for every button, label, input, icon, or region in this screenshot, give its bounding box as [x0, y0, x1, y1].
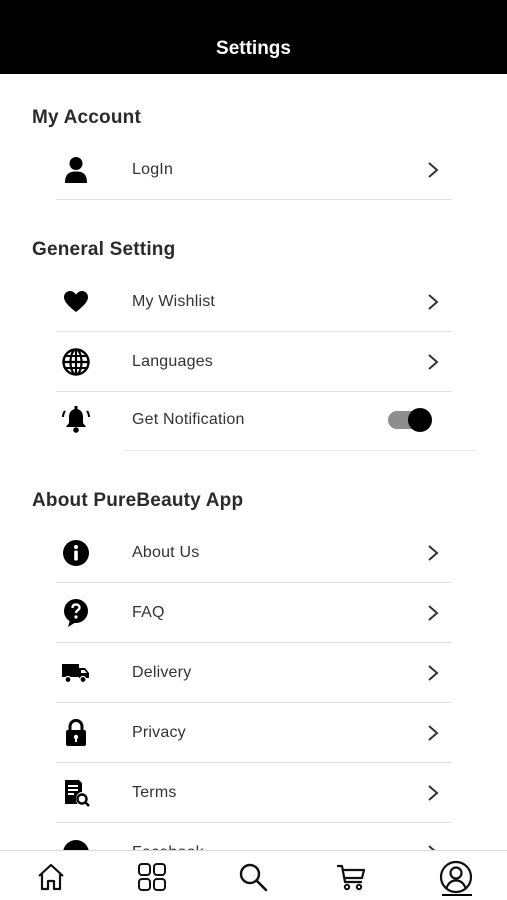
- bottom-navigation-bar: [0, 850, 507, 900]
- truck-icon: [60, 658, 92, 688]
- lock-icon: [60, 718, 92, 748]
- section-title-general-setting: General Setting: [32, 239, 176, 260]
- chevron-right-icon: [428, 354, 439, 370]
- settings-row-privacy[interactable]: Privacy: [56, 703, 452, 763]
- heart-icon: [60, 287, 92, 317]
- chevron-right-icon: [428, 545, 439, 561]
- nav-profile[interactable]: [438, 859, 474, 895]
- settings-row-my-wishlist[interactable]: My Wishlist: [56, 272, 452, 332]
- nav-search[interactable]: [235, 859, 271, 895]
- settings-row-terms[interactable]: Terms: [56, 763, 452, 823]
- document-search-icon: [60, 778, 92, 808]
- settings-row-login[interactable]: LogIn: [56, 140, 452, 200]
- chevron-right-icon: [428, 725, 439, 741]
- home-icon: [38, 863, 64, 891]
- divider: [56, 199, 452, 200]
- settings-row-label: Terms: [132, 784, 177, 801]
- active-tab-indicator: [442, 894, 472, 896]
- settings-row-label: About Us: [132, 544, 200, 561]
- cart-icon: [337, 864, 366, 891]
- user-icon: [60, 155, 92, 185]
- nav-home[interactable]: [33, 859, 69, 895]
- settings-row-label: Get Notification: [132, 411, 245, 428]
- settings-row-label: Delivery: [132, 664, 192, 681]
- settings-row-label: FAQ: [132, 604, 165, 621]
- divider: [124, 450, 476, 451]
- settings-row-delivery[interactable]: Delivery: [56, 643, 452, 703]
- info-icon: [60, 538, 92, 568]
- search-icon: [239, 863, 268, 892]
- chevron-right-icon: [428, 665, 439, 681]
- chevron-right-icon: [428, 605, 439, 621]
- toggle-knob: [408, 408, 432, 432]
- question-icon: [60, 598, 92, 628]
- settings-row-languages[interactable]: Languages: [56, 332, 452, 392]
- app-header: Settings: [0, 0, 507, 74]
- profile-icon: [439, 860, 473, 894]
- settings-row-label: My Wishlist: [132, 293, 216, 310]
- bell-icon: [60, 405, 92, 435]
- globe-icon: [60, 347, 92, 377]
- notification-toggle[interactable]: [388, 408, 434, 432]
- settings-row-label: Languages: [132, 353, 213, 370]
- nav-cart[interactable]: [333, 859, 369, 895]
- settings-row-label: Privacy: [132, 724, 186, 741]
- settings-row-faq[interactable]: FAQ: [56, 583, 452, 643]
- section-title-about: About PureBeauty App: [32, 490, 244, 511]
- nav-categories[interactable]: [134, 859, 170, 895]
- settings-row-about-us[interactable]: About Us: [56, 523, 452, 583]
- settings-row-label: LogIn: [132, 161, 174, 178]
- chevron-right-icon: [428, 294, 439, 310]
- categories-icon: [138, 863, 166, 891]
- section-title-my-account: My Account: [32, 107, 141, 128]
- chevron-right-icon: [428, 162, 439, 178]
- chevron-right-icon: [428, 785, 439, 801]
- page-title: Settings: [216, 38, 291, 59]
- settings-row-get-notification: Get Notification: [56, 390, 452, 450]
